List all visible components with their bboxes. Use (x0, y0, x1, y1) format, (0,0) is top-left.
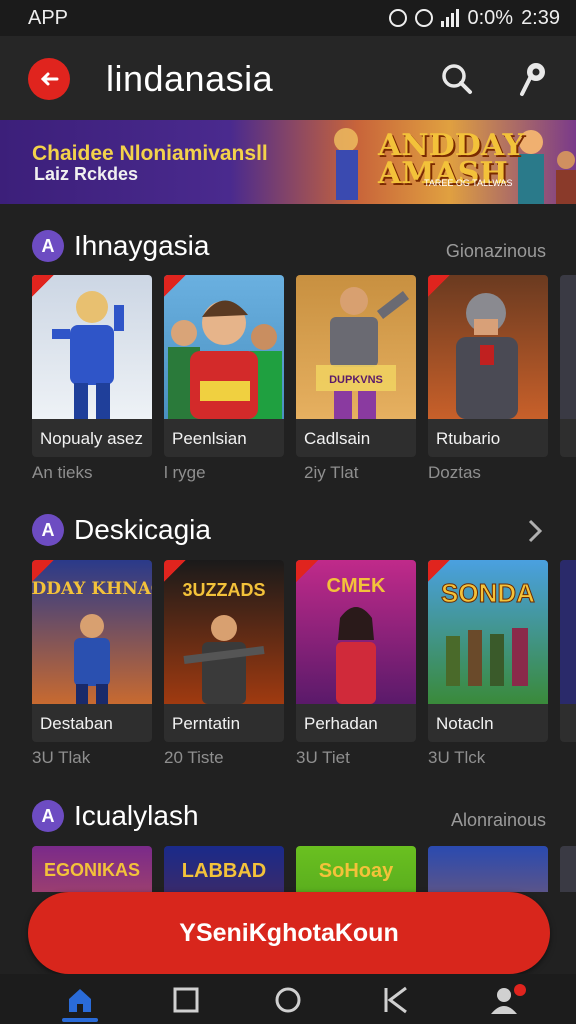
new-tag (32, 560, 54, 582)
status-app-label: APP (28, 6, 69, 29)
new-tag (428, 560, 450, 582)
game-subtitle: Doztas (428, 463, 481, 482)
game-subtitle: l ryge (164, 463, 206, 482)
game-card[interactable]: EGONIKAS (32, 846, 152, 892)
game-card-partial[interactable] (560, 275, 576, 457)
game-card[interactable]: CMEK Perhadan (296, 560, 416, 742)
game-title: Peenlsian (172, 429, 247, 448)
new-tag (428, 275, 450, 297)
back-arrow-icon (40, 72, 59, 86)
new-tag (164, 560, 186, 582)
primary-cta-button[interactable]: YSeniKghotaKoun (28, 892, 550, 974)
game-title: Nopualy asez (40, 429, 144, 448)
bottom-nav (0, 974, 576, 1024)
section-title: Ihnaygasia (74, 230, 210, 261)
battery-text: 0:0% (467, 6, 514, 29)
game-subtitle: 3U Tlck (428, 748, 486, 767)
circle-icon[interactable] (274, 986, 302, 1014)
game-card[interactable]: Rtubario (428, 275, 548, 457)
section-badge-icon: A (32, 230, 64, 262)
game-art: EGONIKAS (32, 846, 152, 892)
signal-icon (441, 9, 460, 27)
back-chevron-icon[interactable] (382, 986, 410, 1014)
game-art (428, 846, 548, 892)
game-art-text: SONDA (441, 578, 535, 608)
game-art: SONDA (428, 560, 548, 704)
banner-subtitle: Laiz Rckdes (34, 164, 139, 184)
promo-banner[interactable]: Chaidee Nloniamivansll Laiz Rckdes ANDDA… (0, 120, 576, 204)
section-title: Deskicagia (74, 514, 211, 545)
square-icon[interactable] (172, 986, 200, 1014)
game-art-text: CMEK (327, 575, 386, 597)
app-bar: lindanasia (0, 36, 576, 120)
section-more-link[interactable]: Gionazinous (446, 241, 546, 262)
game-card[interactable]: DUPKVNS Cadlsain (296, 275, 416, 457)
chevron-right-icon[interactable] (526, 518, 544, 544)
game-row-1: Nopualy asez Peenlsian DUPKVNS Cadlsain … (32, 275, 576, 495)
game-card-partial[interactable] (560, 846, 576, 892)
game-art (32, 275, 152, 419)
game-card[interactable]: Nopualy asez (32, 275, 152, 457)
game-art-text: DUPKVNS (329, 374, 383, 386)
home-icon[interactable] (66, 986, 94, 1014)
new-tag (296, 560, 318, 582)
game-art (164, 275, 284, 419)
game-art-text: ANDDAY KHNAON (32, 579, 152, 599)
game-art: ANDDAY KHNAON (32, 560, 152, 704)
game-art-text: SoHoay (318, 860, 394, 882)
game-art: CMEK (296, 560, 416, 704)
do-not-disturb-icon (389, 9, 408, 27)
game-subtitle: An tieks (32, 463, 93, 482)
section-header-2: A Deskicagia (32, 514, 211, 546)
game-card[interactable]: SONDA Notacln (428, 560, 548, 742)
game-art: DUPKVNS (296, 275, 416, 419)
game-card[interactable]: SoHoay (296, 846, 416, 892)
clock-text: 2:39 (521, 6, 560, 29)
game-title: Cadlsain (304, 429, 371, 448)
game-art: LABBAD (164, 846, 284, 892)
game-subtitle: 3U Tlak (32, 748, 91, 767)
game-title: Perhadan (304, 714, 378, 733)
game-subtitle: 2iy Tlat (304, 463, 359, 482)
status-bar: APP 0:0% 2:39 (0, 0, 576, 36)
section-header-1: A Ihnaygasia (32, 230, 209, 262)
game-art (428, 275, 548, 419)
banner-title: Chaidee Nloniamivansll (32, 142, 268, 165)
section-more-link[interactable]: Alonrainous (451, 810, 546, 831)
game-row-2: ANDDAY KHNAON Destaban 3UZZADS Perntatin… (32, 560, 576, 780)
banner-logo-sub: TAREE OG TALLWAS (424, 178, 513, 188)
game-card-partial[interactable] (560, 560, 576, 742)
back-button[interactable] (28, 58, 70, 100)
game-art: SoHoay (296, 846, 416, 892)
game-card[interactable] (428, 846, 548, 892)
game-art: 3UZZADS (164, 560, 284, 704)
game-art-text: LABBAD (181, 860, 267, 882)
game-art-text: EGONIKAS (43, 860, 140, 880)
page-title: lindanasia (106, 58, 274, 99)
game-title: Notacln (436, 714, 494, 733)
section-badge-icon: A (32, 800, 64, 832)
location-pin-icon[interactable] (516, 60, 550, 98)
game-title: Destaban (40, 714, 113, 733)
new-tag (164, 275, 186, 297)
game-card[interactable]: ANDDAY KHNAON Destaban (32, 560, 152, 742)
section-badge-icon: A (32, 514, 64, 546)
game-subtitle: 3U Tiet (296, 748, 350, 767)
section-title: Icualylash (74, 800, 199, 831)
section-header-3: A Icualylash (32, 800, 199, 832)
game-card[interactable]: 3UZZADS Perntatin (164, 560, 284, 742)
active-tab-indicator (62, 1018, 98, 1022)
search-icon[interactable] (440, 62, 474, 96)
game-title: Rtubario (436, 429, 501, 448)
game-row-3: EGONIKAS LABBAD SoHoay (32, 846, 576, 892)
game-art-text: 3UZZADS (182, 580, 265, 600)
game-subtitle: 20 Tiste (164, 748, 224, 767)
game-card[interactable]: Peenlsian (164, 275, 284, 457)
notification-badge (514, 984, 526, 996)
new-tag (32, 275, 54, 297)
game-title: Perntatin (172, 714, 241, 733)
alarm-icon (415, 9, 434, 27)
game-card[interactable]: LABBAD (164, 846, 284, 892)
